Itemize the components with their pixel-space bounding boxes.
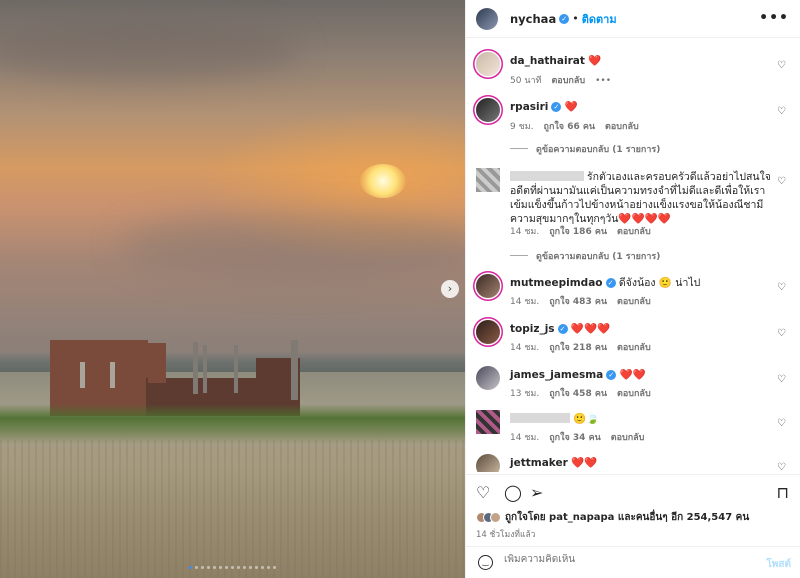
comment-likes[interactable]: ถูกใจ 483 คน — [549, 297, 607, 307]
reply-button[interactable]: ตอบกลับ — [605, 122, 639, 132]
commenter-avatar[interactable] — [476, 410, 500, 434]
carousel-dot — [219, 566, 222, 569]
comments-list[interactable]: da_hathairat ❤️ 50 นาที ตอบกลับ ••• ♡ rpas… — [466, 38, 800, 472]
reply-button[interactable]: ตอบกลับ — [617, 297, 651, 307]
liker-avatar — [490, 512, 501, 523]
commenter-username[interactable]: topiz_js — [510, 323, 555, 335]
more-options-icon[interactable]: ••• — [759, 10, 789, 26]
commenter-username-redacted — [510, 171, 584, 181]
commenter-avatar[interactable] — [476, 320, 500, 344]
comment-time: 14 ชม. — [510, 343, 540, 353]
comment-input[interactable] — [504, 554, 744, 565]
comment-text: ❤️ — [564, 101, 578, 113]
post-timestamp: 14 ชั่วโมงที่แล้ว — [476, 530, 536, 540]
carousel-dot — [255, 566, 258, 569]
carousel-dot — [273, 566, 276, 569]
carousel-dot — [267, 566, 270, 569]
post-actions-bar: ♡ ◯ ➢ ⊓ — [466, 474, 800, 514]
reply-button[interactable]: ตอบกลับ — [617, 389, 651, 399]
verified-icon: ✓ — [559, 13, 570, 24]
commenter-username[interactable]: jettmaker — [510, 457, 568, 469]
like-comment-icon[interactable]: ♡ — [777, 328, 786, 339]
commenter-avatar[interactable] — [476, 52, 500, 76]
comment-more-icon[interactable]: ••• — [595, 76, 611, 86]
add-comment-bar: ‿ โพสต์ — [466, 546, 800, 578]
commenter-avatar[interactable] — [476, 98, 500, 122]
reply-button[interactable]: ตอบกลับ — [617, 343, 651, 353]
author-avatar[interactable] — [476, 7, 498, 30]
reply-button[interactable]: ตอบกลับ — [551, 76, 585, 86]
save-icon[interactable]: ⊓ — [777, 483, 789, 502]
like-comment-icon[interactable]: ♡ — [777, 106, 786, 117]
verified-icon: ✓ — [551, 102, 562, 112]
next-image-button[interactable]: › — [441, 280, 459, 298]
comment-likes[interactable]: ถูกใจ 218 คน — [549, 343, 607, 353]
instagram-post-view: › nychaa ✓ • ติดตาม ••• da_hathairat ❤️ — [0, 0, 800, 578]
comment-time: 14 ชม. — [510, 227, 540, 237]
commenter-avatar[interactable] — [476, 168, 500, 192]
post-header: nychaa ✓ • ติดตาม ••• — [466, 0, 800, 38]
verified-icon: ✓ — [606, 370, 617, 380]
commenter-username[interactable]: james_jamesma — [510, 369, 603, 381]
carousel-dot — [195, 566, 198, 569]
reply-button[interactable]: ตอบกลับ — [617, 227, 651, 237]
likes-count-text: ถูกใจโดย pat_napapa และคนอื่นๆ อีก 254,5… — [505, 512, 750, 523]
comment-time: 13 ชม. — [510, 389, 540, 399]
comment-time: 14 ชม. — [510, 433, 540, 443]
emoji-icon[interactable]: ‿ — [478, 555, 493, 570]
comment-time: 50 นาที — [510, 76, 542, 86]
comment-text: ❤️❤️ — [619, 369, 646, 381]
carousel-dot — [261, 566, 264, 569]
share-icon[interactable]: ➢ — [530, 483, 543, 502]
commenter-avatar[interactable] — [476, 454, 500, 472]
like-comment-icon[interactable]: ♡ — [777, 374, 786, 385]
carousel-dot — [201, 566, 204, 569]
comment-text: 🙂🍃 — [573, 413, 600, 425]
post-comment-button[interactable]: โพสต์ — [766, 557, 791, 572]
post-sidebar: nychaa ✓ • ติดตาม ••• da_hathairat ❤️ 50… — [465, 0, 800, 578]
commenter-avatar[interactable] — [476, 274, 500, 298]
post-photo[interactable]: › — [0, 0, 465, 578]
carousel-dot — [189, 566, 192, 569]
sun — [360, 164, 406, 198]
comment-likes[interactable]: ถูกใจ 186 คน — [549, 227, 607, 237]
author-username[interactable]: nychaa — [510, 12, 556, 26]
commenter-username[interactable]: mutmeepimdao — [510, 277, 603, 289]
commenter-avatar[interactable] — [476, 366, 500, 390]
like-comment-icon[interactable]: ♡ — [777, 60, 786, 71]
comment-time: 9 ชม. — [510, 122, 534, 132]
comment-text: ❤️ — [588, 55, 602, 67]
carousel-dot — [213, 566, 216, 569]
carousel-dot — [231, 566, 234, 569]
comment-text: ❤️❤️❤️ — [570, 323, 611, 335]
comment-likes[interactable]: ถูกใจ 66 คน — [544, 122, 596, 132]
carousel-indicator — [0, 566, 465, 569]
view-replies-button[interactable]: ดูข้อความตอบกลับ (1 รายการ) — [510, 249, 660, 263]
follow-button[interactable]: ติดตาม — [582, 10, 617, 28]
like-comment-icon[interactable]: ♡ — [777, 462, 786, 472]
carousel-dot — [237, 566, 240, 569]
comment-likes[interactable]: ถูกใจ 34 คน — [549, 433, 601, 443]
verified-icon: ✓ — [557, 324, 568, 334]
commenter-username[interactable]: rpasiri — [510, 101, 548, 113]
carousel-dot — [249, 566, 252, 569]
reply-button[interactable]: ตอบกลับ — [611, 433, 645, 443]
like-comment-icon[interactable]: ♡ — [777, 418, 786, 429]
comment-time: 14 ชม. — [510, 297, 540, 307]
commenter-username-redacted — [510, 413, 570, 423]
comment-text: ❤️❤️ — [571, 457, 598, 469]
commenter-username[interactable]: da_hathairat — [510, 55, 585, 67]
likes-summary[interactable]: ถูกใจโดย pat_napapa และคนอื่นๆ อีก 254,5… — [476, 510, 749, 525]
comment-icon[interactable]: ◯ — [504, 483, 522, 502]
carousel-dot — [225, 566, 228, 569]
carousel-dot — [207, 566, 210, 569]
verified-icon: ✓ — [605, 278, 616, 288]
like-comment-icon[interactable]: ♡ — [777, 176, 786, 187]
like-icon[interactable]: ♡ — [476, 483, 490, 502]
like-comment-icon[interactable]: ♡ — [777, 282, 786, 293]
carousel-dot — [243, 566, 246, 569]
comment-text: ดีจังน้อง 🙂 น่าไป — [618, 277, 701, 289]
comment-likes[interactable]: ถูกใจ 458 คน — [549, 389, 607, 399]
view-replies-button[interactable]: ดูข้อความตอบกลับ (1 รายการ) — [510, 142, 660, 156]
